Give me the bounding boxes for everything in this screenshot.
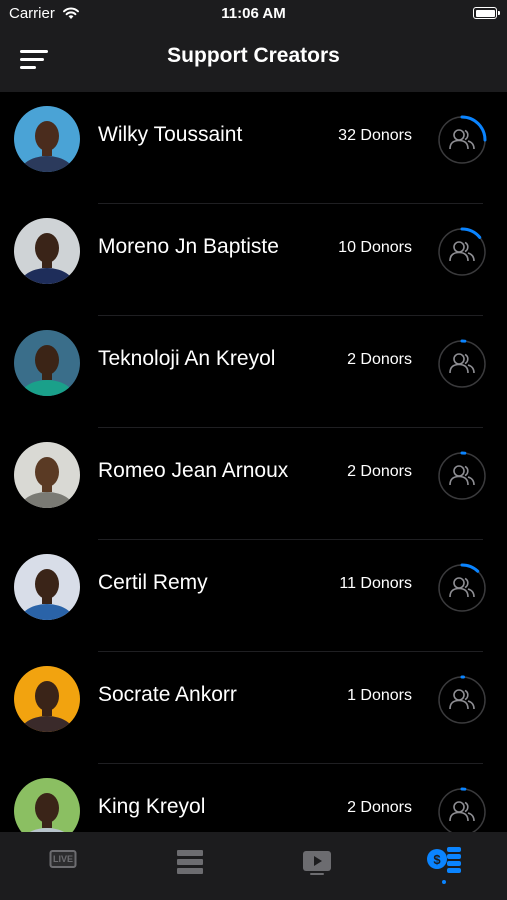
page-title: Support Creators [167, 44, 340, 67]
creator-name: Wilky Toussaint [98, 123, 243, 146]
creator-name: Romeo Jean Arnoux [98, 459, 289, 482]
people-icon [449, 801, 475, 822]
people-icon [449, 577, 475, 598]
creator-row[interactable]: Romeo Jean Arnoux 2 Donors [0, 428, 507, 540]
donate-icon: $ [427, 847, 461, 873]
active-tab-indicator [442, 880, 446, 884]
creator-row[interactable]: Socrate Ankorr 1 Donors [0, 652, 507, 764]
donor-count: 2 Donors [347, 351, 412, 368]
creator-avatar [14, 218, 80, 284]
creator-avatar [14, 554, 80, 620]
creator-name: King Kreyol [98, 795, 206, 818]
people-icon [449, 465, 475, 486]
donor-progress-ring[interactable] [437, 787, 487, 832]
creator-row[interactable]: Wilky Toussaint 32 Donors [0, 92, 507, 204]
donor-count: 1 Donors [347, 687, 412, 704]
donor-progress-ring[interactable] [437, 675, 487, 725]
creator-avatar [14, 778, 80, 832]
creator-avatar [14, 106, 80, 172]
donor-count: 2 Donors [347, 799, 412, 816]
tab-donate[interactable]: $ [381, 832, 507, 900]
people-icon [449, 353, 475, 374]
creator-avatar [14, 442, 80, 508]
creator-row[interactable]: King Kreyol 2 Donors [0, 764, 507, 832]
status-time: 11:06 AM [221, 5, 286, 22]
people-icon [449, 689, 475, 710]
creator-avatar [14, 330, 80, 396]
creator-avatar [14, 666, 80, 732]
creator-name: Socrate Ankorr [98, 683, 237, 706]
creator-row[interactable]: Moreno Jn Baptiste 10 Donors [0, 204, 507, 316]
donor-progress-ring[interactable] [437, 115, 487, 165]
donor-count: 2 Donors [347, 463, 412, 480]
tab-live[interactable]: LIVE [0, 832, 126, 900]
donor-count: 32 Donors [338, 127, 412, 144]
navigation-bar: Support Creators [0, 28, 507, 92]
tab-video[interactable] [254, 832, 380, 900]
creator-name: Moreno Jn Baptiste [98, 235, 279, 258]
list-icon [177, 850, 203, 874]
people-icon [449, 241, 475, 262]
donor-progress-ring[interactable] [437, 451, 487, 501]
video-icon [303, 851, 331, 875]
donor-progress-ring[interactable] [437, 227, 487, 277]
status-bar: Carrier 11:06 AM [0, 0, 507, 28]
tab-bar: LIVE $ [0, 832, 507, 900]
creator-list[interactable]: Wilky Toussaint 32 Donors Moreno Jn Baptis… [0, 92, 507, 832]
svg-text:$: $ [433, 852, 441, 867]
people-icon [449, 129, 475, 150]
creator-name: Certil Remy [98, 571, 208, 594]
live-icon: LIVE [49, 850, 77, 868]
creator-row[interactable]: Teknoloji An Kreyol 2 Donors [0, 316, 507, 428]
creator-row[interactable]: Certil Remy 11 Donors [0, 540, 507, 652]
donor-count: 10 Donors [338, 239, 412, 256]
tab-list[interactable] [127, 832, 253, 900]
donor-count: 11 Donors [339, 575, 412, 592]
battery-icon [473, 7, 500, 19]
donor-progress-ring[interactable] [437, 563, 487, 613]
creator-name: Teknoloji An Kreyol [98, 347, 276, 370]
donor-progress-ring[interactable] [437, 339, 487, 389]
